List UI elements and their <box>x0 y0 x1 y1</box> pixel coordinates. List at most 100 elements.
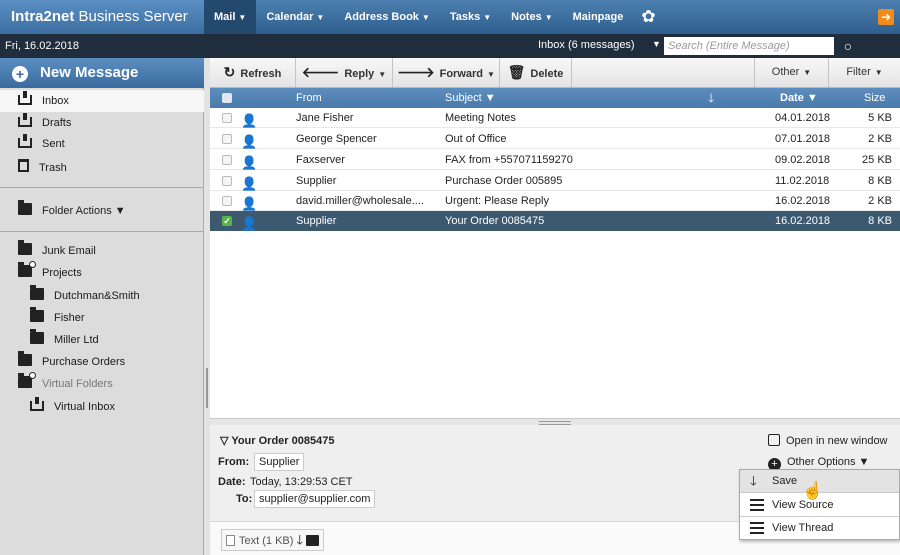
search-box: ▼ <box>650 37 836 55</box>
reply-button[interactable]: 🡐 Reply ▼ <box>296 58 393 87</box>
sidebar-item-projects[interactable]: Projects <box>0 261 204 284</box>
download-icon[interactable]: 🡓 <box>296 532 303 547</box>
sidebar-item-drafts[interactable]: Drafts <box>0 112 204 134</box>
filter-button[interactable]: Filter ▼ <box>828 58 900 87</box>
sidebar-item-label: Virtual Inbox <box>54 401 115 413</box>
nav-mail[interactable]: Mail ▼ <box>204 0 257 34</box>
from-value[interactable]: Supplier <box>254 453 305 471</box>
row-date: 04.01.2018 <box>775 112 831 124</box>
other-label: Other <box>771 66 800 78</box>
row-size: 8 KB <box>868 215 892 227</box>
chevron-down-icon: ▼ <box>316 13 325 22</box>
sidebar-item-label: Junk Email <box>42 245 96 257</box>
sidebar-item-virtual-folders[interactable]: Virtual Folders <box>0 372 204 395</box>
nav-mainpage[interactable]: Mainpage <box>563 0 634 34</box>
row-subject: Out of Office <box>445 133 507 145</box>
sidebar-item-trash[interactable]: Trash <box>0 157 204 179</box>
refresh-button[interactable]: ↻ Refresh <box>210 58 296 87</box>
nav-tasks-label: Tasks <box>449 11 481 23</box>
reply-arrow-icon: 🡐 <box>301 64 340 80</box>
table-row[interactable]: 👤 Supplier Purchase Order 005895 11.02.2… <box>210 171 900 191</box>
print-icon[interactable] <box>306 535 320 546</box>
new-message-button[interactable]: + New Message <box>0 58 204 88</box>
attachment[interactable]: Text (1 KB) 🡓 <box>221 529 325 551</box>
folder-open-icon <box>18 372 36 388</box>
search-input[interactable] <box>664 37 834 55</box>
nav-notes[interactable]: Notes ▼ <box>501 0 562 34</box>
open-in-new-window-link[interactable]: Open in new window <box>768 434 888 447</box>
column-header-date[interactable]: Date ▼ <box>780 88 818 108</box>
nav-calendar-label: Calendar <box>266 11 314 23</box>
row-checkbox[interactable] <box>222 155 232 165</box>
sidebar-item-label: Virtual Folders <box>42 378 113 390</box>
row-from: Faxserver <box>296 154 345 166</box>
folder-icon <box>18 240 32 255</box>
table-row[interactable]: 👤 Faxserver FAX from +557071159270 09.02… <box>210 150 900 170</box>
column-header-from[interactable]: From <box>296 88 322 108</box>
row-subject: Your Order 0085475 <box>445 215 545 227</box>
table-row-selected[interactable]: ✓ 👤 Supplier Your Order 0085475 16.02.201… <box>210 211 900 231</box>
column-header-subject[interactable]: Subject ▼ <box>445 88 496 108</box>
to-value[interactable]: supplier@supplier.com <box>254 490 376 508</box>
sidebar-item-sent[interactable]: Sent <box>0 133 204 155</box>
list-icon <box>750 499 764 511</box>
from-label: From: <box>218 456 250 468</box>
row-checkbox[interactable] <box>222 113 232 123</box>
sidebar-item-junk-email[interactable]: Junk Email <box>0 240 204 262</box>
download-icon: 🡓 <box>750 473 757 488</box>
reply-label: Reply <box>344 68 375 80</box>
nav-address-book[interactable]: Address Book ▼ <box>334 0 440 34</box>
chevron-down-icon: ▼ <box>803 68 812 77</box>
folder-actions-button[interactable]: Folder Actions ▼ <box>18 200 126 218</box>
sidebar-item-dutchman-smith[interactable]: Dutchman&Smith <box>0 285 204 307</box>
sidebar-item-inbox[interactable]: Inbox <box>0 90 204 112</box>
nav-calendar[interactable]: Calendar ▼ <box>256 0 334 34</box>
sidebar-item-purchase-orders[interactable]: Purchase Orders <box>0 351 204 373</box>
download-icon[interactable]: 🡓 <box>708 88 714 108</box>
select-all-checkbox[interactable] <box>222 93 232 103</box>
row-checkbox[interactable] <box>222 176 232 186</box>
trash-icon <box>18 159 29 172</box>
nav-tasks[interactable]: Tasks ▼ <box>440 0 501 34</box>
chevron-down-icon: ▼ <box>487 70 495 79</box>
sidebar-item-fisher[interactable]: Fisher <box>0 307 204 329</box>
inbox-icon <box>18 91 32 105</box>
preview-splitter[interactable] <box>210 418 900 425</box>
preview-subject[interactable]: ▽ Your Order 0085475 <box>220 434 334 447</box>
sidebar-item-label: Drafts <box>42 117 72 129</box>
table-row[interactable]: 👤 david.miller@wholesale.... Urgent: Ple… <box>210 191 900 211</box>
logout-icon[interactable]: ➜ <box>878 9 894 25</box>
document-icon <box>226 535 235 546</box>
search-icon[interactable]: ○ <box>838 37 858 55</box>
table-row[interactable]: 👤 Jane Fisher Meeting Notes 04.01.2018 5… <box>210 108 900 128</box>
row-date: 11.02.2018 <box>775 175 830 187</box>
forward-button[interactable]: 🡒 Forward ▼ <box>393 58 500 87</box>
delete-button[interactable]: 🗑 Delete <box>500 58 572 87</box>
top-nav: Mail ▼ Calendar ▼ Address Book ▼ Tasks ▼ Not… <box>204 0 664 34</box>
menu-item-save[interactable]: 🡓 Save <box>740 470 899 493</box>
sidebar-item-virtual-inbox[interactable]: Virtual Inbox <box>0 396 204 418</box>
gear-icon[interactable]: ✿ <box>633 0 663 34</box>
sidebar-resize-handle[interactable] <box>206 368 208 408</box>
table-row[interactable]: 👤 George Spencer Out of Office 07.01.201… <box>210 129 900 149</box>
other-button[interactable]: Other ▼ <box>754 58 828 87</box>
sidebar-item-label: Dutchman&Smith <box>54 290 140 302</box>
row-checkbox[interactable] <box>222 134 232 144</box>
menu-item-view-thread[interactable]: View Thread <box>740 517 899 540</box>
person-icon: 👤 <box>241 155 258 170</box>
sidebar-item-label: Sent <box>42 138 65 150</box>
row-subject: Urgent: Please Reply <box>445 195 549 207</box>
column-header-size[interactable]: Size <box>864 88 885 108</box>
search-scope-dropdown-icon[interactable]: ▼ <box>652 39 661 49</box>
menu-item-label: View Thread <box>772 522 834 534</box>
person-icon: 👤 <box>241 134 258 149</box>
sidebar-item-miller-ltd[interactable]: Miller Ltd <box>0 329 204 351</box>
menu-item-view-source[interactable]: View Source <box>740 494 899 517</box>
folder-icon <box>18 200 32 215</box>
top-bar: Intra2net Business Server Mail ▼ Calendar… <box>0 0 900 34</box>
row-from: Supplier <box>296 175 337 187</box>
row-checkbox-checked[interactable]: ✓ <box>222 216 232 226</box>
row-checkbox[interactable] <box>222 196 232 206</box>
message-list: From Subject ▼ 🡓 Date ▼ Size 👤 Jane Fish… <box>210 88 900 418</box>
folder-icon <box>18 351 32 366</box>
